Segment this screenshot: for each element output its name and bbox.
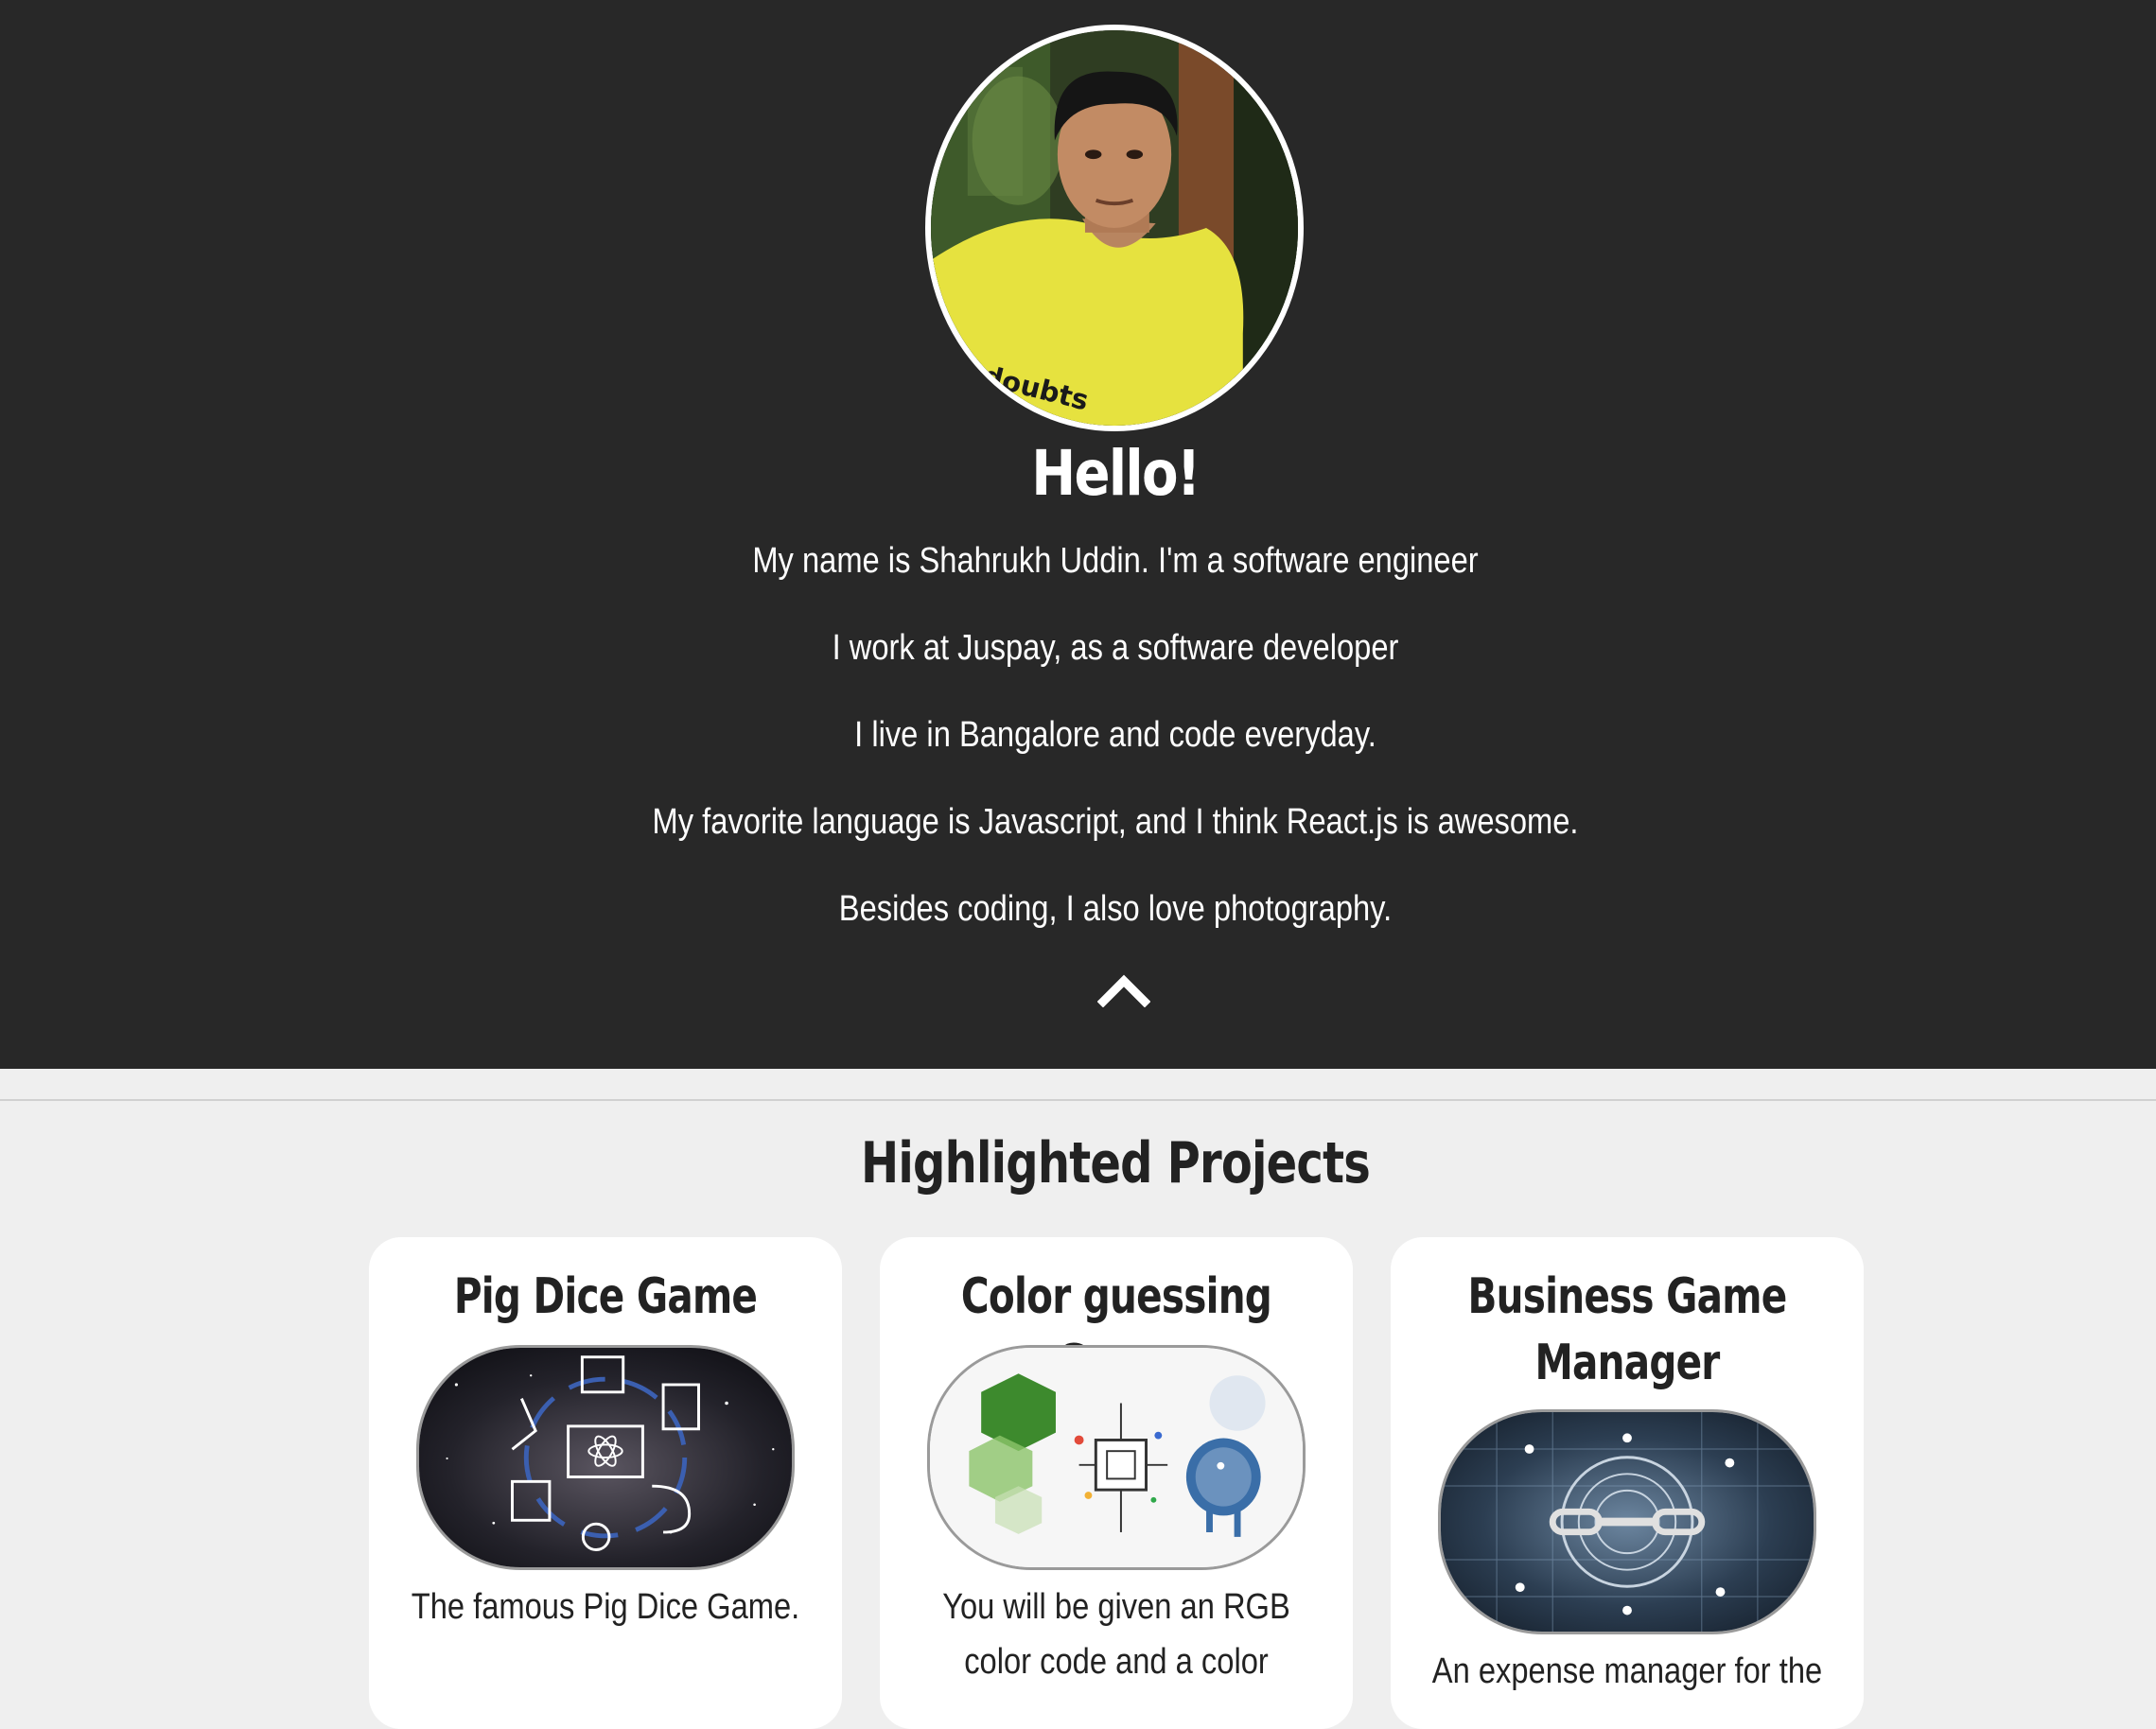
section-divider [0, 1099, 2156, 1101]
profile-photo: doubts [931, 30, 1298, 426]
project-description: The famous Pig Dice Game. [411, 1587, 800, 1627]
profile-avatar: doubts [925, 25, 1304, 431]
bio-line-hobby: Besides coding, I also love photography. [838, 889, 1393, 929]
project-card-pig-dice[interactable]: Pig Dice Game The famous Pig Dice Game. [369, 1237, 842, 1729]
bio-line-work: I work at Juspay, as a software develope… [832, 628, 1399, 668]
bio-line-language: My favorite language is Javascript, and … [652, 802, 1579, 842]
project-description: An expense manager for the [1431, 1651, 1823, 1691]
project-card-business-game-manager[interactable]: Business Game Manager An expense manager… [1391, 1237, 1864, 1729]
project-title-line-2: Manager [1534, 1335, 1720, 1391]
project-title-line-1: Business Game [1467, 1268, 1788, 1325]
greeting-heading: Hello! [1031, 437, 1201, 510]
project-thumbnail [1438, 1409, 1816, 1634]
project-description-line-2: color code and a color [964, 1642, 1269, 1682]
projects-heading: Highlighted Projects [861, 1130, 1371, 1196]
project-thumbnail [927, 1345, 1306, 1570]
bio-line-name: My name is Shahrukh Uddin. I'm a softwar… [752, 541, 1479, 581]
project-title: Pig Dice Game [453, 1268, 758, 1325]
intro-section: doubts Hello! My name is Shahrukh Uddin.… [0, 0, 2156, 1069]
project-card-color-guessing[interactable]: Color guessing Game You will be given an… [880, 1237, 1353, 1729]
chevron-up-icon[interactable] [1096, 969, 1151, 1008]
project-thumbnail [416, 1345, 795, 1570]
bio-line-location: I live in Bangalore and code everyday. [854, 715, 1376, 755]
project-description-line-1: You will be given an RGB [942, 1587, 1290, 1627]
